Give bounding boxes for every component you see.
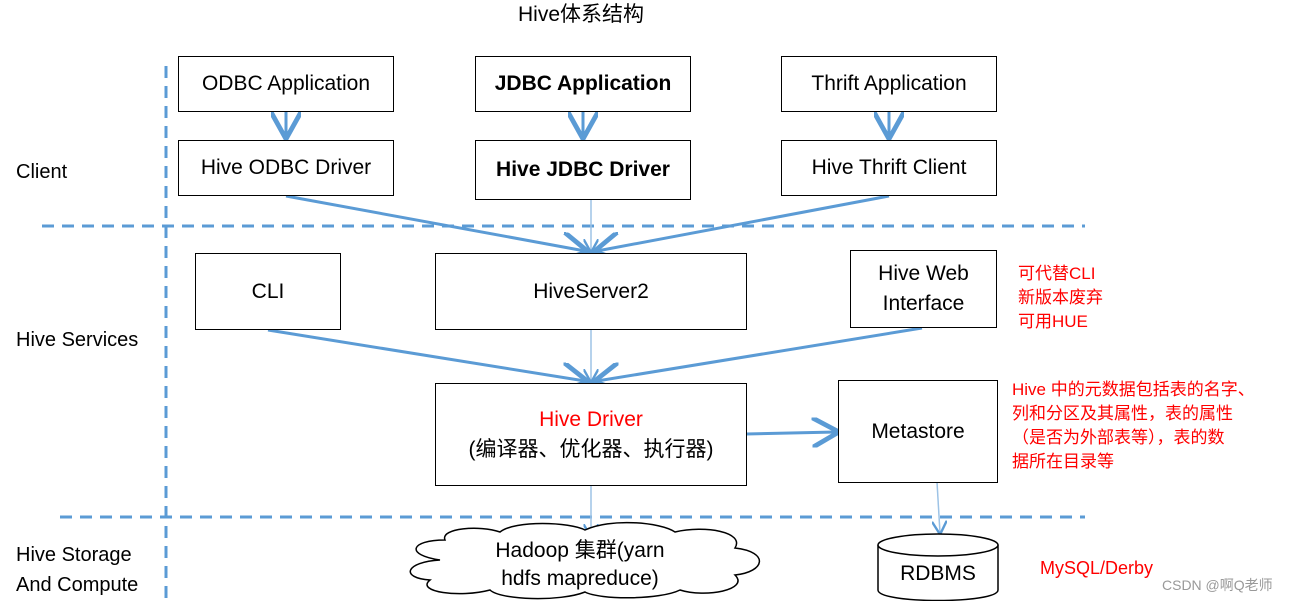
watermark: CSDN @啊Q老师	[1162, 577, 1273, 593]
cli-box: CLI	[195, 253, 341, 330]
hive-odbc-driver-box: Hive ODBC Driver	[178, 140, 394, 196]
odbc-application-box: ODBC Application	[178, 56, 394, 112]
web-interface-note: 可代替CLI 新版本废弃 可用HUE	[1018, 264, 1103, 331]
rdbms-note: MySQL/Derby	[1040, 558, 1154, 578]
metastore-note: Hive 中的元数据包括表的名字、 列和分区及其属性，表的属性 （是否为外部表等…	[1012, 380, 1255, 471]
thrift-application-box: Thrift Application	[781, 56, 997, 112]
metastore-box: Metastore	[838, 380, 998, 483]
layer-label-storage-2: And Compute	[16, 574, 139, 596]
jdbc-application-box: JDBC Application	[475, 56, 691, 112]
arrow-web-driver	[597, 326, 923, 381]
layer-label-client: Client	[16, 161, 68, 183]
hive-thrift-client-box: Hive Thrift Client	[781, 140, 997, 196]
layer-label-storage-1: Hive Storage	[16, 544, 132, 566]
web-interface-line2: Interface	[882, 292, 965, 315]
arrow-cli-driver	[267, 328, 585, 381]
hive-jdbc-driver-box: Hive JDBC Driver	[475, 140, 691, 200]
rdbms-label: RDBMS	[900, 562, 976, 585]
hive-driver-box: Hive Driver (编译器、优化器、执行器)	[435, 383, 747, 486]
hiveserver2-box: HiveServer2	[435, 253, 747, 330]
hive-driver-title: Hive Driver	[539, 407, 643, 431]
layer-label-services: Hive Services	[16, 329, 139, 351]
hadoop-cluster-label: Hadoop 集群(yarn hdfs mapreduce)	[495, 539, 665, 590]
hive-driver-components: (编译器、优化器、执行器)	[468, 437, 714, 461]
arrow-odbc-hs2	[285, 194, 585, 251]
hive-web-interface-box: Hive Web Interface	[850, 250, 997, 328]
web-interface-line1: Hive Web	[878, 262, 969, 285]
arrow-driver-metastore	[745, 432, 836, 434]
arrow-thrift-hs2	[597, 194, 890, 251]
